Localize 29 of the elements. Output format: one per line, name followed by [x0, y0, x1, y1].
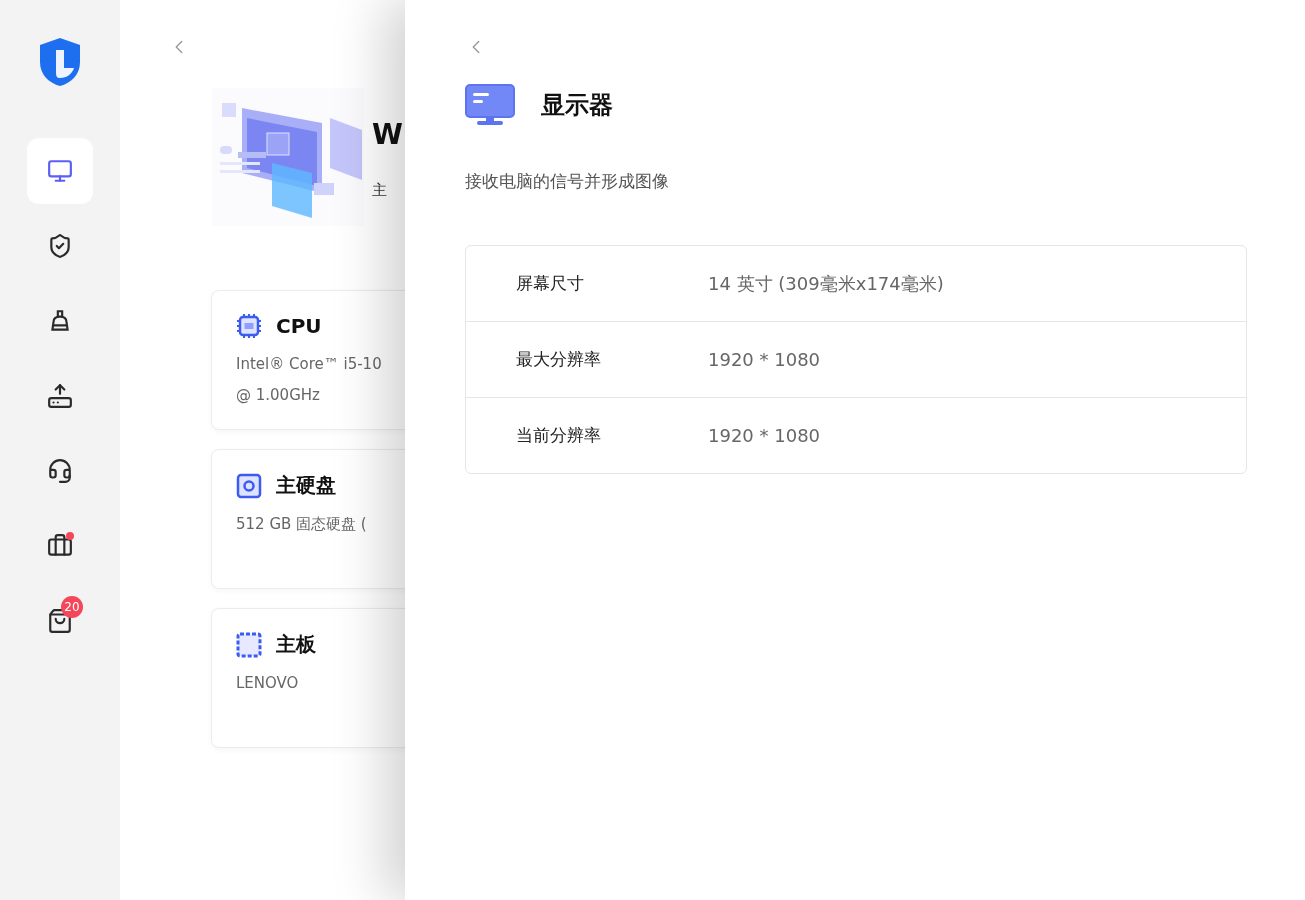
spec-value: 1920 * 1080 [708, 425, 821, 446]
headset-icon [47, 458, 73, 484]
spec-value: 1920 * 1080 [708, 349, 821, 370]
card-title: 主板 [276, 631, 316, 658]
shield-check-icon [47, 233, 73, 259]
chip-icon [236, 313, 262, 339]
drawer-title: 显示器 [541, 90, 613, 121]
count-badge: 20 [61, 596, 83, 618]
card-title: CPU [276, 314, 322, 338]
card-title: 主硬盘 [276, 472, 336, 499]
hardware-card[interactable]: CPU Intel® Core™ i5-10 @ 1.00GHz [211, 290, 405, 430]
sidebar-item[interactable]: 20 [27, 588, 93, 654]
card-detail: Intel® Core™ i5-10 [236, 354, 383, 375]
spec-label: 屏幕尺寸 [516, 272, 585, 295]
spec-value: 14 英寸 (309毫米x174毫米) [708, 271, 944, 296]
spec-label: 当前分辨率 [516, 424, 602, 447]
hardware-card[interactable]: 主板 LENOVO [211, 608, 405, 748]
toolbox-icon [47, 533, 73, 559]
card-detail: LENOVO [236, 673, 300, 694]
monitor-icon [465, 84, 515, 126]
page-subtitle: 主 [372, 181, 388, 200]
board-icon [236, 631, 262, 658]
drive-icon [47, 383, 73, 409]
hardware-card[interactable]: 主硬盘 512 GB 固态硬盘 ( [211, 449, 405, 589]
card-detail: 512 GB 固态硬盘 ( [236, 514, 368, 535]
card-detail: @ 1.00GHz [236, 385, 321, 406]
drawer-description: 接收电脑的信号并形成图像 [465, 170, 670, 193]
page-title: W [372, 118, 403, 151]
spec-label: 最大分辨率 [516, 348, 602, 371]
